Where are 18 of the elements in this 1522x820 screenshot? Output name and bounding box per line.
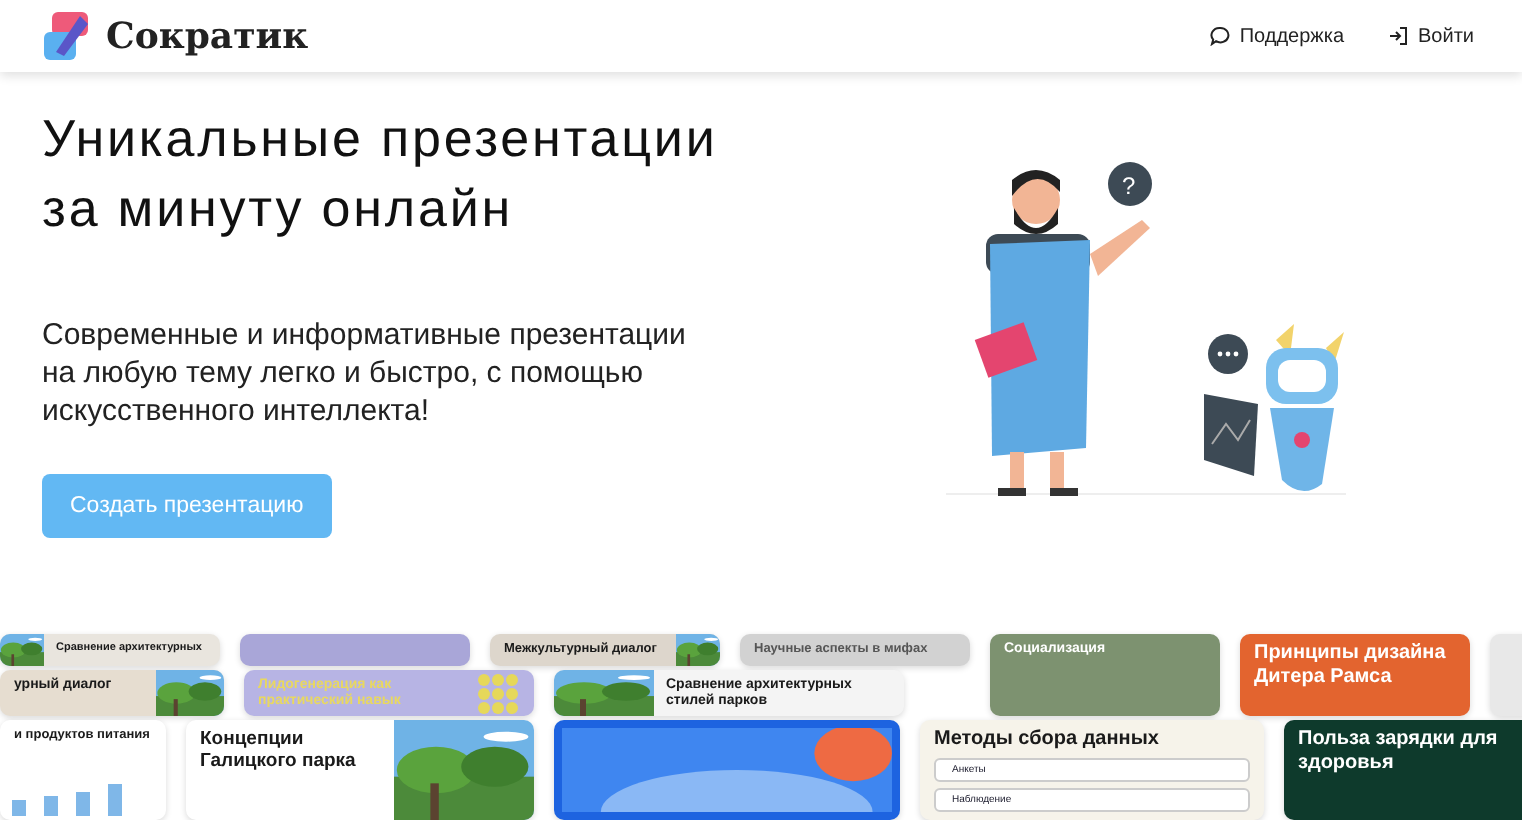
slide-title: Методы сбора данных	[934, 728, 1159, 752]
chat-bubble-icon	[1209, 26, 1230, 46]
nav-link[interactable]: Войти	[1388, 25, 1474, 47]
hero-title: за минуту онлайн	[42, 176, 516, 242]
dots-icon	[478, 674, 518, 714]
slide-thumbnail[interactable]: Концепции Галицкого парка	[186, 720, 534, 820]
slide-thumbnail[interactable]	[240, 634, 470, 666]
nav-link[interactable]: Поддержка	[1209, 25, 1345, 47]
hero-title: Уникальные презентации	[42, 106, 720, 172]
slide-title: Концепции Галицкого парка	[200, 728, 358, 774]
slide-title: Принципы дизайна Дитера Рамса	[1254, 642, 1448, 690]
login-icon	[1388, 26, 1409, 46]
hero-subtitle: Современные и информативные презентации на любую тему легко и быстро, с помощью искусственного интеллекта!	[42, 316, 688, 430]
philosopher-and-robot-drawing: ?	[926, 124, 1346, 514]
slide-thumbnail[interactable]: Польза зарядки для здоровья	[1284, 720, 1522, 820]
logo-text: Сократик	[106, 15, 309, 57]
logo-icon	[40, 12, 92, 60]
slide-title: Польза зарядки для здоровья	[1298, 728, 1500, 776]
